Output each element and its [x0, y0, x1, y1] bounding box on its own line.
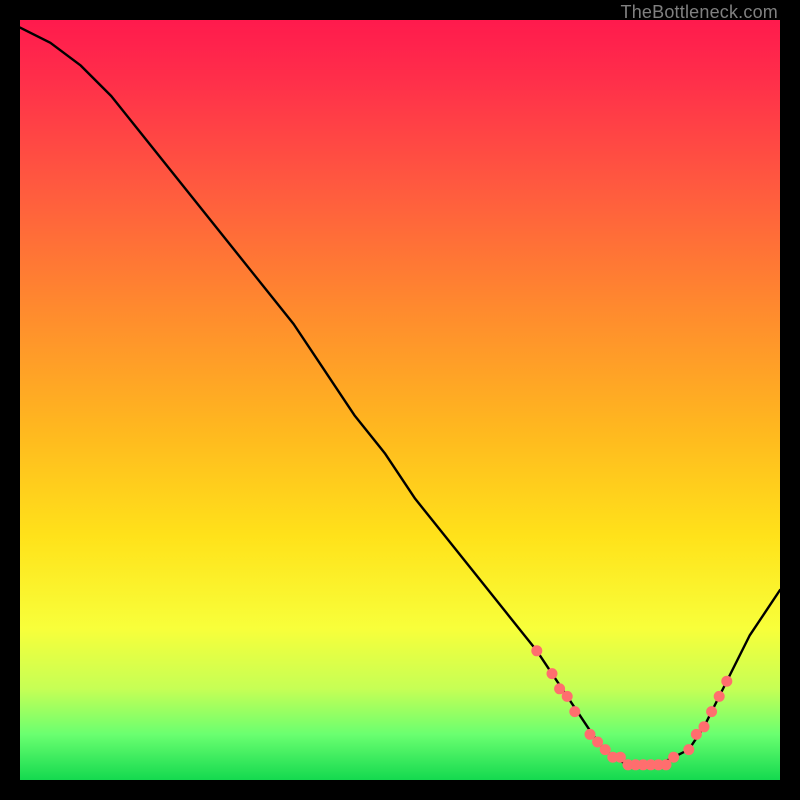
curve-marker: [532, 646, 542, 656]
curve-marker: [547, 669, 557, 679]
curve-marker: [699, 722, 709, 732]
curve-marker: [691, 729, 701, 739]
chart-container: TheBottleneck.com: [0, 0, 800, 800]
curve-layer: [20, 20, 780, 780]
curve-markers: [532, 646, 732, 770]
curve-marker: [593, 737, 603, 747]
curve-marker: [661, 760, 671, 770]
curve-marker: [562, 691, 572, 701]
curve-marker: [555, 684, 565, 694]
plot-area: [20, 20, 780, 780]
curve-marker: [722, 676, 732, 686]
curve-marker: [714, 691, 724, 701]
curve-marker: [600, 745, 610, 755]
curve-marker: [669, 752, 679, 762]
curve-marker: [707, 707, 717, 717]
curve-marker: [684, 745, 694, 755]
curve-marker: [570, 707, 580, 717]
curve-marker: [615, 752, 625, 762]
curve-marker: [585, 729, 595, 739]
bottleneck-curve: [20, 28, 780, 765]
attribution-label: TheBottleneck.com: [621, 2, 778, 23]
